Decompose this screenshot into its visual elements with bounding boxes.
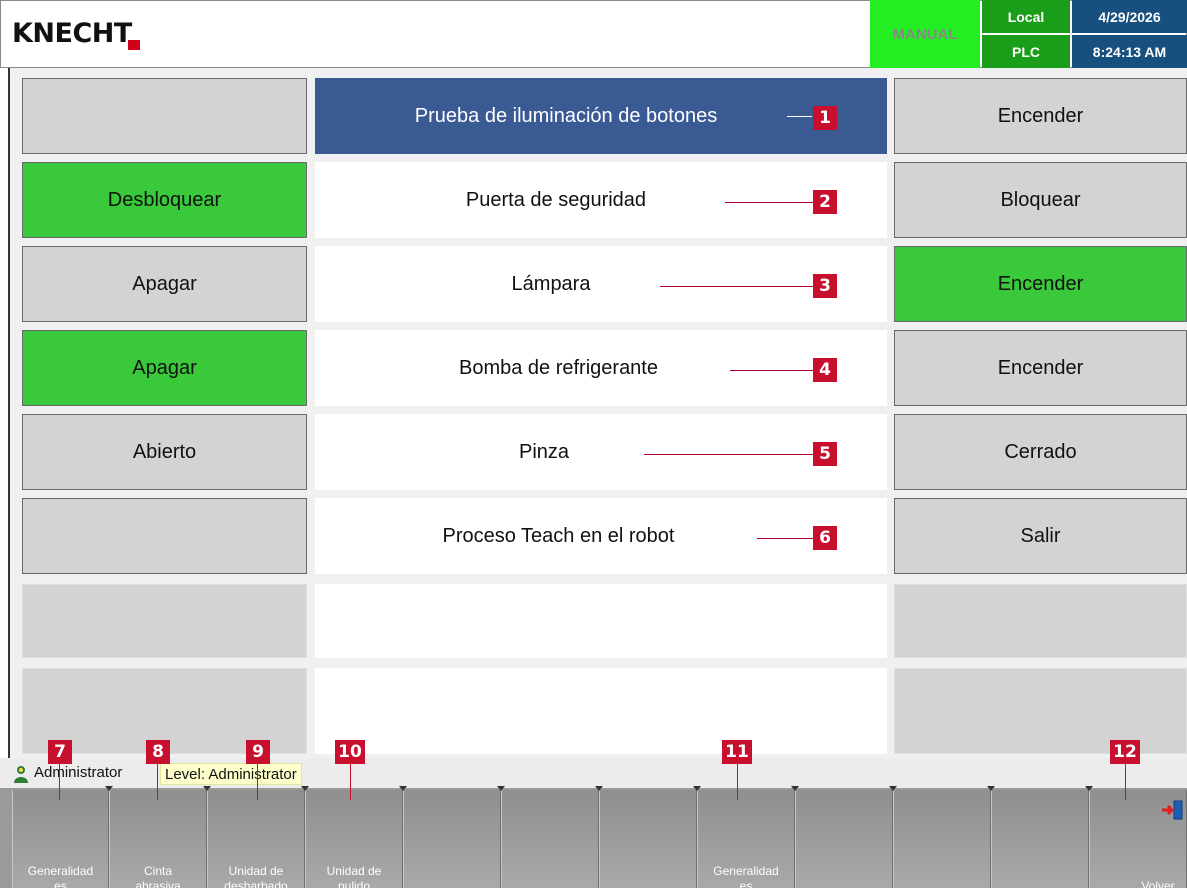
user-name: Administrator bbox=[34, 764, 123, 781]
row1-label-text: Prueba de iluminación de botones bbox=[414, 104, 718, 127]
fkey-3-line2: desbarbado bbox=[224, 879, 288, 893]
key-notch bbox=[301, 786, 309, 791]
fkey-10[interactable] bbox=[893, 790, 991, 888]
key-notch bbox=[399, 786, 407, 791]
fkey-generalidades-2[interactable]: Generalidad es bbox=[697, 790, 795, 893]
callout-1: 1 bbox=[813, 106, 837, 130]
fkey-1-line1: Generalidad bbox=[27, 864, 94, 878]
row3-leader-line bbox=[660, 286, 813, 287]
row4-left-button[interactable]: Apagar bbox=[22, 330, 307, 406]
callout-9-leader bbox=[257, 764, 258, 800]
row5-label: Pinza bbox=[315, 414, 887, 490]
row8-right-empty bbox=[894, 668, 1187, 754]
callout-10: 10 bbox=[335, 740, 365, 764]
fkey-unidad-desbarbado[interactable]: Unidad de desbarbado bbox=[207, 790, 305, 893]
fkey-2-line2: abrasiva bbox=[135, 879, 181, 893]
logo-mark bbox=[128, 40, 140, 50]
time-display: 8:24:13 AM bbox=[1072, 35, 1187, 68]
callout-4: 4 bbox=[813, 358, 837, 382]
exit-icon bbox=[1162, 800, 1183, 820]
fkey-8-line2: es bbox=[739, 879, 753, 893]
callout-6: 6 bbox=[813, 526, 837, 550]
row3-label-text: Lámpara bbox=[511, 272, 591, 295]
key-notch bbox=[889, 786, 897, 791]
fkey-cinta-abrasiva[interactable]: Cinta abrasiva bbox=[109, 790, 207, 893]
row4-label: Bomba de refrigerante bbox=[315, 330, 887, 406]
callout-10-leader bbox=[350, 764, 351, 800]
key-notch bbox=[693, 786, 701, 791]
row8-label-empty bbox=[315, 668, 887, 754]
fkey-6[interactable] bbox=[501, 790, 599, 888]
row5-leader-line bbox=[644, 454, 813, 455]
fkey-12-line2: Volver bbox=[1141, 879, 1175, 893]
row3-label: Lámpara bbox=[315, 246, 887, 322]
key-notch bbox=[1085, 786, 1093, 791]
fkey-4-line1: Unidad de bbox=[326, 864, 382, 878]
callout-7: 7 bbox=[48, 740, 72, 764]
callout-11: 11 bbox=[722, 740, 752, 764]
callout-5: 5 bbox=[813, 442, 837, 466]
callout-11-leader bbox=[737, 764, 738, 800]
row4-leader-line bbox=[730, 370, 813, 371]
row2-label-text: Puerta de seguridad bbox=[465, 188, 647, 211]
row6-label-text: Proceso Teach en el robot bbox=[442, 524, 675, 547]
row6-left-button[interactable] bbox=[22, 498, 307, 574]
fkey-generalidades[interactable]: Generalidad es bbox=[12, 790, 109, 893]
key-notch bbox=[203, 786, 211, 791]
row2-right-button[interactable]: Bloquear bbox=[894, 162, 1187, 238]
row1-leader-line bbox=[787, 116, 812, 117]
fkey-5[interactable] bbox=[403, 790, 501, 888]
row2-leader-line bbox=[725, 202, 813, 203]
fkey-11[interactable] bbox=[991, 790, 1089, 888]
row7-left-empty bbox=[22, 584, 307, 658]
fkey-unidad-pulido[interactable]: Unidad de pulido bbox=[305, 790, 403, 893]
row6-label: Proceso Teach en el robot bbox=[315, 498, 887, 574]
fkey-3-line1: Unidad de bbox=[228, 864, 284, 878]
left-edge bbox=[0, 68, 10, 758]
callout-2: 2 bbox=[813, 190, 837, 214]
callout-12: 12 bbox=[1110, 740, 1140, 764]
row5-right-button[interactable]: Cerrado bbox=[894, 414, 1187, 490]
source-indicator: PLC bbox=[982, 35, 1070, 68]
callout-12-leader bbox=[1125, 764, 1126, 800]
row7-label-empty bbox=[315, 584, 887, 658]
callout-8-leader bbox=[157, 764, 158, 800]
key-notch bbox=[105, 786, 113, 791]
row3-left-button[interactable]: Apagar bbox=[22, 246, 307, 322]
row2-left-button[interactable]: Desbloquear bbox=[22, 162, 307, 238]
date-display: 4/29/2026 bbox=[1072, 0, 1187, 33]
row4-right-button[interactable]: Encender bbox=[894, 330, 1187, 406]
key-notch bbox=[595, 786, 603, 791]
row5-left-button[interactable]: Abierto bbox=[22, 414, 307, 490]
callout-3: 3 bbox=[813, 274, 837, 298]
user-icon bbox=[14, 766, 28, 783]
fkey-2-line1: Cinta bbox=[143, 864, 172, 878]
user-level: Level: Administrator bbox=[160, 763, 302, 785]
row4-label-text: Bomba de refrigerante bbox=[458, 356, 658, 379]
row6-leader-line bbox=[757, 538, 813, 539]
key-notch bbox=[987, 786, 995, 791]
key-notch bbox=[791, 786, 799, 791]
row3-right-button[interactable]: Encender bbox=[894, 246, 1187, 322]
row6-right-button[interactable]: Salir bbox=[894, 498, 1187, 574]
fkey-9[interactable] bbox=[795, 790, 893, 888]
key-notch bbox=[497, 786, 505, 791]
row2-label: Puerta de seguridad bbox=[315, 162, 887, 238]
fkey-7[interactable] bbox=[599, 790, 697, 888]
row1-right-button[interactable]: Encender bbox=[894, 78, 1187, 154]
row1-left-button[interactable] bbox=[22, 78, 307, 154]
callout-8: 8 bbox=[146, 740, 170, 764]
fkey-1-line2: es bbox=[54, 879, 67, 893]
mode-indicator: MANUAL bbox=[870, 0, 980, 68]
callout-9: 9 bbox=[246, 740, 270, 764]
knecht-logo: KNECHT bbox=[12, 18, 132, 49]
row5-label-text: Pinza bbox=[518, 440, 570, 463]
location-indicator: Local bbox=[982, 0, 1070, 33]
fkey-4-line2: pulido bbox=[337, 879, 371, 893]
fkey-8-line1: Generalidad bbox=[713, 864, 779, 878]
row7-right-empty bbox=[894, 584, 1187, 658]
callout-7-leader bbox=[59, 764, 60, 800]
